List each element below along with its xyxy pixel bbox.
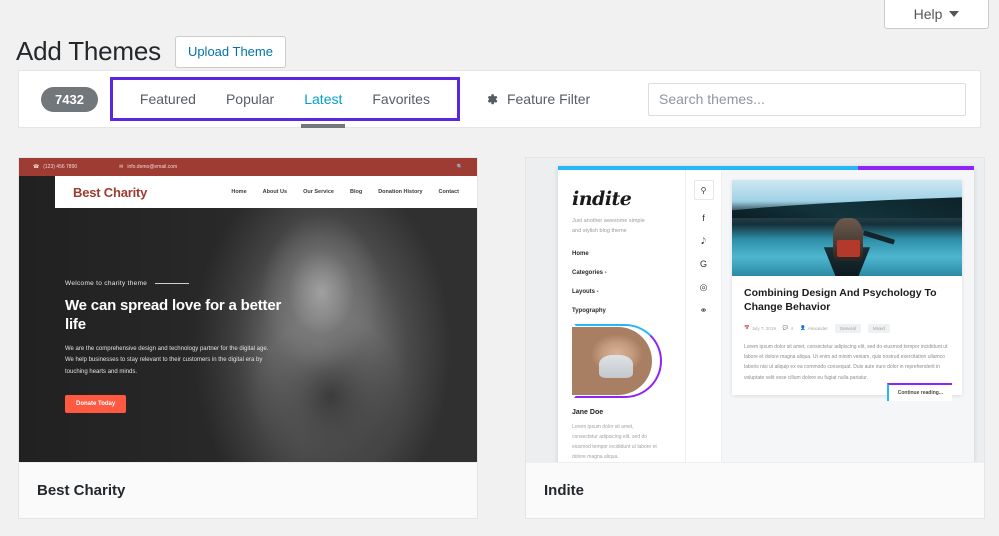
google-icon: G [700,260,707,269]
indite-nav-home: Home [572,251,671,257]
chevron-down-icon [949,11,959,17]
theme-name-bar: Best Charity [19,462,477,518]
post-tag: General [835,324,861,333]
charity-welcome-text: Welcome to charity theme [65,280,147,287]
twitter-icon: 𝅘𝅥𝅮 [701,237,706,246]
theme-screenshot: indite Just another awesome simple and s… [526,158,984,463]
indite-sidebar: indite Just another awesome simple and s… [558,170,686,463]
charity-phone: ☎ (123) 456 7890 [33,164,77,170]
indite-author-bio: Lorem ipsum dolor sit amet, consectetur … [572,422,658,462]
charity-menu-item: Our Service [303,189,334,195]
mail-icon: ✉ [119,164,123,170]
indite-social-rail: ⚲ f 𝅘𝅥𝅮 G ◎ ⚭ [686,170,722,463]
search-icon: ⚲ [694,180,714,200]
indite-post-title: Combining Design And Psychology To Chang… [744,286,950,315]
post-author: 👤 Alexander [800,325,828,331]
indite-main-column: Combining Design And Psychology To Chang… [722,170,974,463]
charity-menu-item: About Us [263,189,287,195]
indite-post-excerpt: Lorem ipsum dolor sit amet, consectetur … [744,342,950,383]
upload-theme-button[interactable]: Upload Theme [175,36,286,68]
indite-nav-layouts: Layouts - [572,289,671,295]
instagram-icon: ◎ [700,283,708,292]
charity-phone-text: (123) 456 7890 [43,164,77,170]
tab-favorites[interactable]: Favorites [357,92,445,106]
comment-icon: 💬 [783,325,789,331]
tab-featured[interactable]: Featured [125,92,211,106]
gear-icon [484,92,499,107]
portrait-ring [574,324,662,398]
theme-name: Best Charity [37,482,125,499]
charity-menu-item: Donation History [378,189,422,195]
divider [155,283,189,284]
theme-filter-bar: 7432 Featured Popular Latest Favorites F… [18,70,981,128]
phone-icon: ☎ [33,164,39,170]
indite-author-portrait [572,327,664,399]
search-icon: 🔍 [457,164,463,170]
charity-menu-item: Home [231,189,246,195]
charity-email-text: info.demo@email.com [127,164,177,170]
user-icon: 👤 [800,325,806,331]
feature-filter-button[interactable]: Feature Filter [484,91,590,107]
post-tag: Mixed [868,324,890,333]
charity-hero-content: Welcome to charity theme We can spread l… [65,280,305,413]
charity-menu-item: Contact [439,189,459,195]
charity-donate-button: Donate Today [65,395,126,413]
indite-post-image [732,180,962,276]
tab-latest[interactable]: Latest [289,92,357,106]
charity-contact-bar: ☎ (123) 456 7890 ✉ info.demo@email.com 🔍 [19,158,477,176]
post-comments: 💬 4 [783,325,793,331]
theme-card[interactable]: ☎ (123) 456 7890 ✉ info.demo@email.com 🔍… [18,157,478,519]
indite-post-body: Combining Design And Psychology To Chang… [732,276,962,395]
page-title: Add Themes [16,35,161,69]
post-date: 📅 July 7, 2019 [744,325,776,331]
feature-filter-label: Feature Filter [507,91,590,107]
help-button[interactable]: Help [884,0,989,29]
github-icon: ⚭ [700,306,708,315]
charity-menu: Home About Us Our Service Blog Donation … [231,189,459,195]
indite-nav-typography: Typography [572,308,671,314]
indite-tagline: Just another awesome simple and stylish … [572,217,654,237]
theme-name-bar: Indite [526,462,984,518]
indite-continue-reading: Continue reading... [887,383,952,401]
indite-nav-categories: Categories - [572,270,671,276]
theme-count-badge: 7432 [41,87,98,112]
charity-welcome: Welcome to charity theme [65,280,305,287]
indite-post-meta: 📅 July 7, 2019 💬 4 👤 Alexander [744,324,950,333]
indite-logo: indite [572,188,671,210]
theme-card[interactable]: indite Just another awesome simple and s… [525,157,985,519]
calendar-icon: 📅 [744,325,750,331]
charity-logo: Best Charity [73,185,147,200]
tab-popular[interactable]: Popular [211,92,289,106]
charity-heading: We can spread love for a better life [65,296,305,334]
indite-post-card: Combining Design And Psychology To Chang… [732,180,962,395]
facebook-icon: f [702,214,705,223]
theme-name: Indite [544,482,584,499]
indite-author-name: Jane Doe [572,409,671,416]
charity-navbar: Best Charity Home About Us Our Service B… [55,176,477,208]
charity-paragraph: We are the comprehensive design and tech… [65,344,270,377]
theme-screenshot: ☎ (123) 456 7890 ✉ info.demo@email.com 🔍… [19,158,477,463]
help-label: Help [914,6,943,22]
theme-tabs: Featured Popular Latest Favorites [110,77,460,121]
indite-preview-frame: indite Just another awesome simple and s… [558,166,974,463]
search-input[interactable] [648,83,966,116]
charity-menu-item: Blog [350,189,362,195]
charity-email: ✉ info.demo@email.com [119,164,177,170]
